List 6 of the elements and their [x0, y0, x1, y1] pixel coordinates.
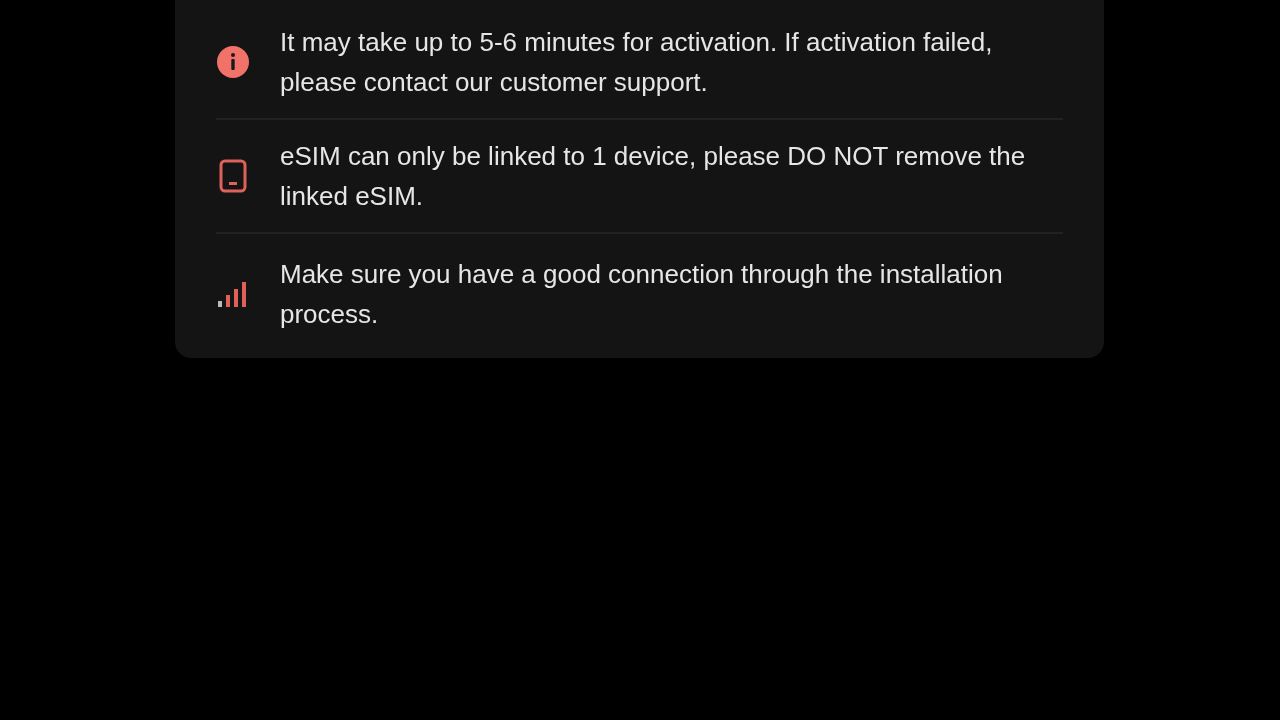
- signal-icon: [217, 280, 249, 308]
- tablet-icon: [219, 159, 247, 193]
- note-text: eSIM can only be linked to 1 device, please DO NOT remove the linked eSIM.: [280, 140, 1027, 213]
- note-text: It may take up to 5-6 minutes for activation. If activation failed, please contact our customer support.: [280, 26, 994, 99]
- info-icon: [216, 45, 250, 79]
- note-text: Make sure you have a good connection through the installation process.: [280, 258, 1004, 331]
